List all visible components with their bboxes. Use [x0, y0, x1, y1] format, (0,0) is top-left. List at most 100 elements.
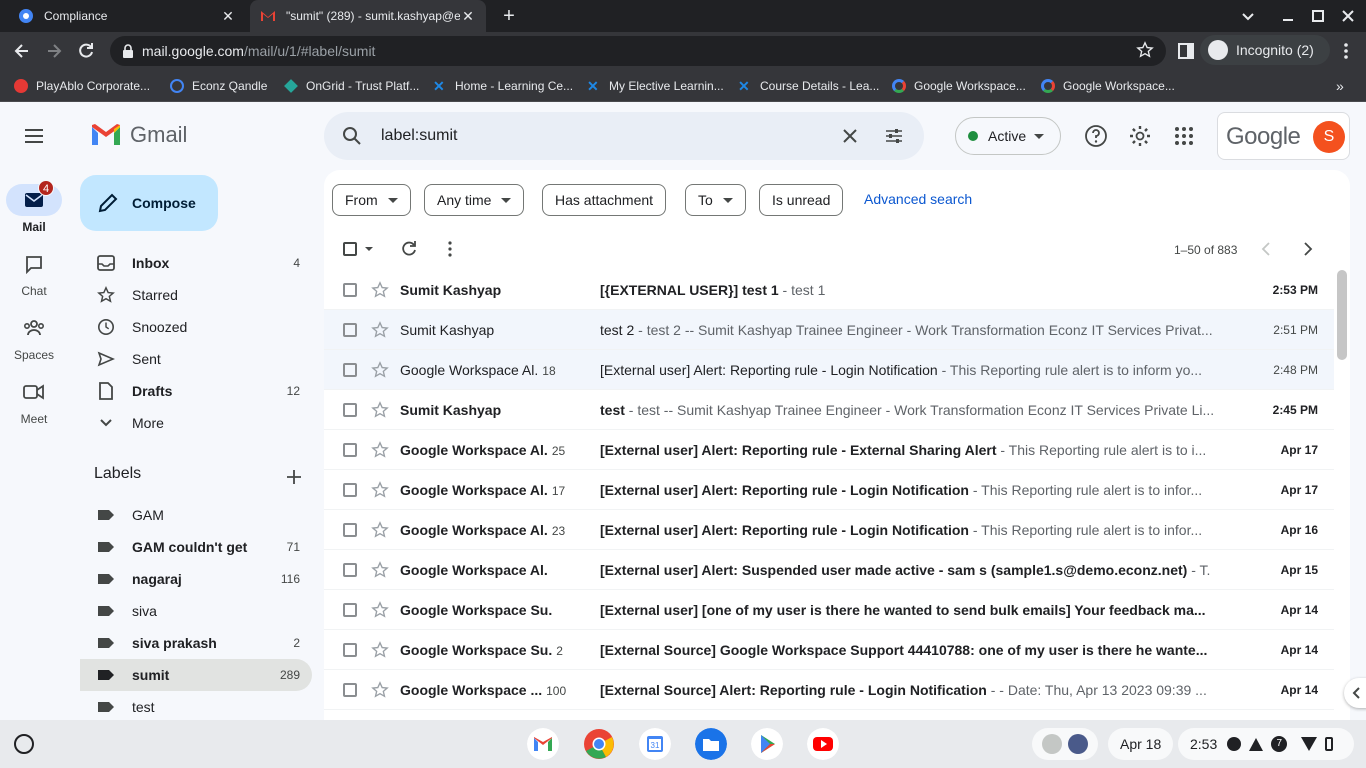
- chrome-app-icon[interactable]: [583, 728, 615, 760]
- select-all-checkbox[interactable]: [343, 242, 357, 256]
- email-row[interactable]: Google Workspace Su. [External user] [one…: [324, 590, 1334, 630]
- holding-space-tray[interactable]: [1032, 728, 1098, 760]
- browser-menu-icon[interactable]: [1336, 41, 1356, 61]
- apps-grid-icon[interactable]: [1172, 124, 1196, 148]
- rail-chat[interactable]: Chat: [0, 248, 68, 298]
- close-tab-icon[interactable]: ✕: [460, 8, 476, 24]
- clear-search-icon[interactable]: [840, 126, 860, 146]
- bookmark-item[interactable]: Econz Qandle: [170, 77, 267, 95]
- gmail-app-icon[interactable]: [527, 728, 559, 760]
- rail-meet[interactable]: Meet: [0, 376, 68, 426]
- select-dropdown-icon[interactable]: [364, 244, 374, 254]
- nav-more[interactable]: More: [80, 407, 312, 439]
- nav-starred[interactable]: Starred: [80, 279, 312, 311]
- tab-search-icon[interactable]: [1240, 8, 1256, 24]
- main-menu-icon[interactable]: [22, 124, 46, 148]
- star-icon[interactable]: [371, 441, 389, 459]
- row-checkbox[interactable]: [343, 283, 357, 297]
- label-item[interactable]: GAM: [80, 499, 312, 531]
- bookmark-item[interactable]: PlayAblo Corporate...: [14, 77, 150, 95]
- email-row[interactable]: Google Workspace Al. 25 [External user] Al…: [324, 430, 1334, 470]
- star-icon[interactable]: [371, 321, 389, 339]
- account-switcher[interactable]: Google S: [1217, 112, 1350, 160]
- more-vert-icon[interactable]: [441, 240, 459, 258]
- status-button[interactable]: Active: [955, 117, 1061, 155]
- filter-to-chip[interactable]: To: [685, 184, 746, 216]
- bookmark-item[interactable]: ✕ Home - Learning Ce...: [433, 77, 573, 95]
- more-bookmarks-icon[interactable]: »: [1336, 77, 1344, 95]
- email-row[interactable]: Google Workspace Al. 17 [External user] Al…: [324, 470, 1334, 510]
- advanced-search-link[interactable]: Advanced search: [864, 191, 972, 207]
- youtube-app-icon[interactable]: [807, 728, 839, 760]
- email-row[interactable]: Google Workspace Al. [External user] Aler…: [324, 550, 1334, 590]
- row-checkbox[interactable]: [343, 483, 357, 497]
- tab-compliance[interactable]: Compliance ✕: [8, 0, 246, 32]
- search-options-icon[interactable]: [884, 126, 904, 146]
- star-icon[interactable]: [371, 281, 389, 299]
- star-icon[interactable]: [371, 641, 389, 659]
- close-tab-icon[interactable]: ✕: [220, 8, 236, 24]
- status-tray[interactable]: 2:53 7: [1178, 728, 1354, 760]
- calendar-app-icon[interactable]: 31: [639, 728, 671, 760]
- side-panel-icon[interactable]: [1176, 41, 1196, 61]
- bookmark-item[interactable]: Google Workspace...: [1041, 77, 1175, 95]
- new-tab-icon[interactable]: +: [499, 6, 519, 26]
- back-icon[interactable]: [12, 41, 32, 61]
- forward-icon[interactable]: [44, 41, 64, 61]
- tab-gmail[interactable]: "sumit" (289) - sumit.kashyap@econz ✕: [250, 0, 486, 32]
- bookmark-item[interactable]: OnGrid - Trust Platf...: [284, 77, 419, 95]
- email-row[interactable]: Google Workspace ... 100 [External Source]…: [324, 670, 1334, 710]
- star-icon[interactable]: [371, 361, 389, 379]
- star-icon[interactable]: [371, 681, 389, 699]
- minimize-icon[interactable]: [1280, 8, 1296, 24]
- email-row[interactable]: Google Workspace Su. 2 [External Source] G…: [324, 630, 1334, 670]
- row-checkbox[interactable]: [343, 563, 357, 577]
- play-store-app-icon[interactable]: [751, 728, 783, 760]
- filter-from-chip[interactable]: From: [332, 184, 411, 216]
- gmail-logo[interactable]: Gmail: [90, 122, 187, 148]
- star-icon[interactable]: [371, 561, 389, 579]
- search-bar[interactable]: label:sumit: [324, 112, 924, 160]
- scrollbar[interactable]: [1337, 270, 1347, 360]
- label-item[interactable]: GAM couldn't get 71: [80, 531, 312, 563]
- row-checkbox[interactable]: [343, 523, 357, 537]
- star-icon[interactable]: [371, 481, 389, 499]
- chevron-right-icon[interactable]: [1298, 240, 1316, 258]
- date-tray[interactable]: Apr 18: [1108, 728, 1174, 760]
- star-icon[interactable]: [371, 521, 389, 539]
- row-checkbox[interactable]: [343, 443, 357, 457]
- label-item-selected[interactable]: sumit 289: [80, 659, 312, 691]
- filter-any-time-chip[interactable]: Any time: [424, 184, 525, 216]
- search-input[interactable]: label:sumit: [381, 127, 457, 145]
- incognito-indicator[interactable]: Incognito (2): [1200, 35, 1330, 65]
- label-item[interactable]: test: [80, 691, 312, 723]
- email-row[interactable]: Sumit Kashyap [{EXTERNAL USER}] test 1 - …: [324, 270, 1334, 310]
- chevron-left-icon[interactable]: [1258, 240, 1276, 258]
- compose-button[interactable]: Compose: [80, 175, 218, 231]
- side-panel-toggle[interactable]: [1344, 678, 1366, 708]
- rail-mail[interactable]: 4 Mail: [0, 180, 68, 234]
- close-window-icon[interactable]: [1340, 8, 1356, 24]
- email-row[interactable]: Google Workspace Al. 18 [External user] Al…: [324, 350, 1334, 390]
- email-row[interactable]: Sumit Kashyap test - test -- Sumit Kashya…: [324, 390, 1334, 430]
- bookmark-item[interactable]: ✕ Course Details - Lea...: [738, 77, 879, 95]
- label-item[interactable]: siva prakash 2: [80, 627, 312, 659]
- email-row[interactable]: Sumit Kashyap test 2 - test 2 -- Sumit Ka…: [324, 310, 1334, 350]
- nav-snoozed[interactable]: Snoozed: [80, 311, 312, 343]
- filter-has-attachment-chip[interactable]: Has attachment: [542, 184, 667, 216]
- row-checkbox[interactable]: [343, 363, 357, 377]
- search-icon[interactable]: [342, 126, 362, 146]
- email-row[interactable]: Google Workspace Al. 23 [External user] Al…: [324, 510, 1334, 550]
- reload-icon[interactable]: [76, 41, 96, 61]
- row-checkbox[interactable]: [343, 323, 357, 337]
- star-icon[interactable]: [371, 601, 389, 619]
- row-checkbox[interactable]: [343, 403, 357, 417]
- launcher-icon[interactable]: [14, 734, 34, 754]
- settings-gear-icon[interactable]: [1128, 124, 1152, 148]
- nav-sent[interactable]: Sent: [80, 343, 312, 375]
- label-item[interactable]: nagaraj 116: [80, 563, 312, 595]
- refresh-icon[interactable]: [400, 240, 418, 258]
- nav-drafts[interactable]: Drafts 12: [80, 375, 312, 407]
- restore-icon[interactable]: [1310, 8, 1326, 24]
- bookmark-item[interactable]: ✕ My Elective Learnin...: [587, 77, 724, 95]
